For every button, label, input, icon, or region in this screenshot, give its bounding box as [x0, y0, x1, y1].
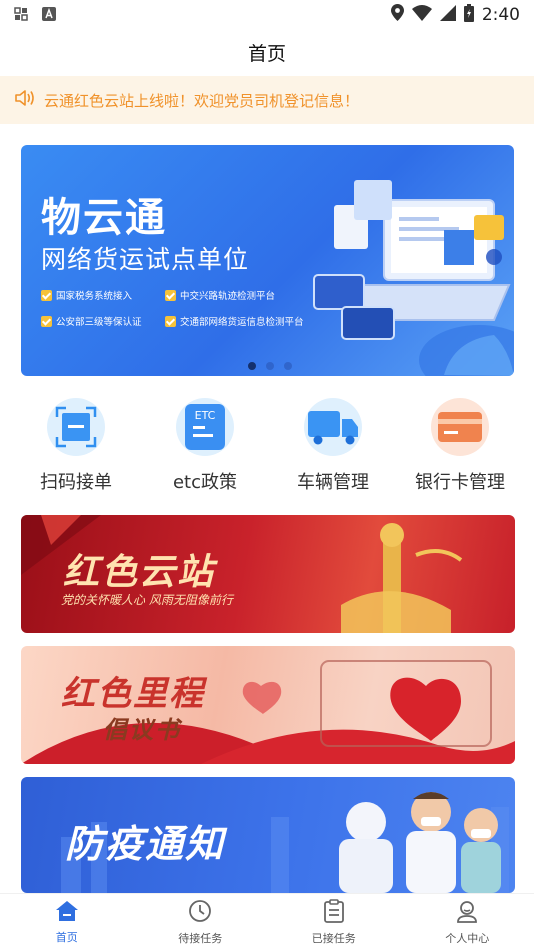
- banner-feature: 国家税务系统接入: [41, 288, 159, 302]
- etc-card-icon: ETC: [176, 398, 234, 456]
- checkbox-icon: [165, 315, 176, 327]
- speaker-icon: [14, 88, 36, 112]
- promo-subtitle: 党的关怀暖人心 风雨无阻像前行: [61, 593, 233, 607]
- banner-feature: 公安部三级等保认证: [41, 314, 159, 328]
- carousel-dot[interactable]: [265, 362, 274, 370]
- banner-feature: 交通部网络货运信息检测平台: [165, 314, 325, 328]
- quick-actions: 扫码接单 ETC etc政策 车辆管理 银行卡管理: [0, 398, 534, 498]
- banner-subtitle: 网络货运试点单位: [41, 245, 250, 274]
- quick-action-etc[interactable]: ETC etc政策: [139, 398, 271, 494]
- promo-title: 红色云站: [63, 552, 216, 593]
- nav-bar: 首页: [0, 30, 534, 74]
- quick-action-label: etc政策: [172, 472, 238, 493]
- cell-signal-icon: [439, 4, 456, 26]
- carousel-dot[interactable]: [283, 362, 292, 370]
- notice-text: 云通红色云站上线啦！欢迎党员司机登记信息！: [44, 91, 360, 110]
- bank-card-icon: [431, 398, 489, 456]
- checkbox-icon: [41, 315, 52, 327]
- bottom-tab-bar: 首页 待接任务 已接任务 个人中心: [0, 893, 534, 950]
- notice-bar[interactable]: 云通红色云站上线啦！欢迎党员司机登记信息！: [0, 76, 534, 124]
- banner-illustration: [313, 180, 514, 376]
- tab-profile[interactable]: 个人中心: [401, 894, 534, 950]
- banner-carousel[interactable]: 物云通 网络货运试点单位 国家税务系统接入 中交兴路轨迹检测平台 公安部三级等保…: [21, 145, 514, 376]
- tab-accepted-tasks[interactable]: 已接任务: [267, 894, 401, 950]
- carousel-dot[interactable]: [247, 362, 256, 370]
- promo-subtitle: 倡议书: [103, 716, 181, 744]
- user-icon: [455, 899, 479, 927]
- tab-label: 已接任务: [311, 931, 356, 945]
- quick-action-label: 车辆管理: [297, 472, 369, 493]
- status-time: 2:40: [481, 5, 520, 25]
- carousel-indicator: [21, 362, 514, 370]
- promo-banner-epidemic-notice[interactable]: 防疫通知: [21, 777, 515, 893]
- banner-title: 物云通: [41, 195, 167, 241]
- location-icon: [390, 4, 404, 26]
- grid-notification-icon: [14, 6, 28, 25]
- tab-label: 待接任务: [178, 931, 223, 945]
- svg-text:ETC: ETC: [195, 409, 216, 422]
- quick-action-bank-card[interactable]: 银行卡管理: [394, 398, 526, 494]
- font-a-notification-icon: [42, 6, 56, 25]
- tab-pending-tasks[interactable]: 待接任务: [134, 894, 268, 950]
- promo-title: 防疫通知: [65, 822, 226, 866]
- scan-icon: [47, 398, 105, 456]
- checkbox-icon: [41, 289, 52, 301]
- promo-banner-red-cloud-station[interactable]: 红色云站 党的关怀暖人心 风雨无阻像前行: [21, 515, 515, 633]
- quick-action-label: 扫码接单: [40, 472, 112, 493]
- banner-features: 国家税务系统接入 中交兴路轨迹检测平台 公安部三级等保认证 交通部网络货运信息检…: [41, 288, 341, 328]
- banner-feature: 中交兴路轨迹检测平台: [165, 288, 325, 302]
- home-icon: [55, 900, 79, 926]
- quick-action-label: 银行卡管理: [415, 472, 505, 493]
- quick-action-vehicle[interactable]: 车辆管理: [267, 398, 399, 494]
- tab-label: 个人中心: [445, 931, 490, 945]
- clipboard-icon: [323, 898, 345, 927]
- page-title: 首页: [247, 42, 286, 65]
- truck-icon: [304, 398, 362, 456]
- promo-title: 红色里程: [61, 674, 205, 714]
- tab-home[interactable]: 首页: [0, 894, 134, 950]
- tab-label: 首页: [55, 930, 78, 944]
- battery-icon: [463, 3, 474, 27]
- quick-action-scan[interactable]: 扫码接单: [10, 398, 142, 494]
- promo-banner-red-mileage[interactable]: 红色里程 倡议书: [21, 646, 515, 764]
- status-bar: 2:40: [0, 0, 534, 30]
- wifi-icon: [411, 4, 432, 26]
- clock-icon: [188, 899, 212, 927]
- checkbox-icon: [165, 289, 176, 301]
